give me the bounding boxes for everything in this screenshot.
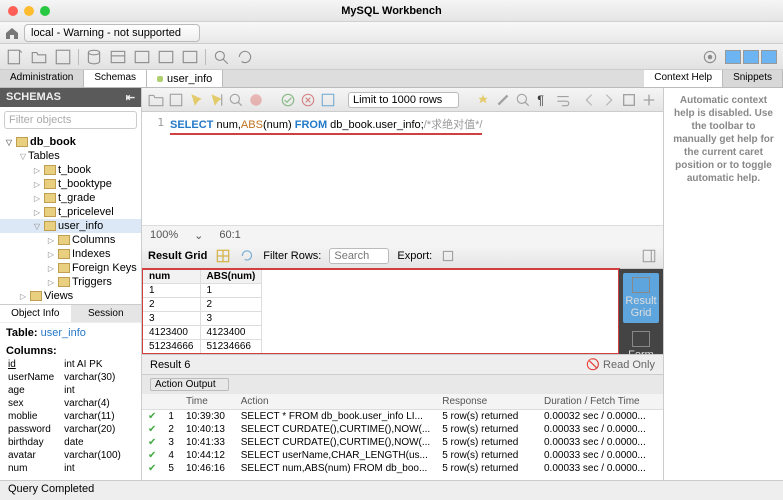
create-proc-icon[interactable] xyxy=(157,48,175,66)
tab-bar: Administration Schemas user_info Context… xyxy=(0,70,783,88)
tab-administration[interactable]: Administration xyxy=(0,70,84,87)
inspector-icon[interactable] xyxy=(54,48,72,66)
result-tab[interactable]: Result 6 xyxy=(150,359,190,371)
table-icon xyxy=(44,193,56,203)
tab-object-info[interactable]: Object Info xyxy=(0,305,71,322)
tab-session[interactable]: Session xyxy=(71,305,142,322)
pin-icon[interactable] xyxy=(641,92,657,108)
row-limit-select[interactable]: Limit to 1000 rows xyxy=(348,92,459,108)
execute-step-icon[interactable] xyxy=(208,92,224,108)
app-title: MySQL Workbench xyxy=(341,5,441,17)
refresh-icon[interactable] xyxy=(239,248,255,264)
commit-icon[interactable] xyxy=(280,92,296,108)
action-output-header: Action Output xyxy=(142,374,663,394)
folder-icon xyxy=(58,235,70,245)
table-icon xyxy=(44,207,56,217)
result-grid[interactable]: numABS(num)11223341234004123400512346665… xyxy=(142,269,619,355)
rebuild-icon[interactable] xyxy=(236,48,254,66)
object-info: Table: user_info Columns: idint AI PKuse… xyxy=(0,322,141,480)
grid-view-icon[interactable] xyxy=(215,248,231,264)
create-view-icon[interactable] xyxy=(133,48,151,66)
nav-back-icon[interactable] xyxy=(581,92,597,108)
table-icon xyxy=(44,165,56,175)
panel-left-toggle[interactable] xyxy=(725,50,741,64)
home-icon[interactable] xyxy=(4,26,20,40)
action-output-table[interactable]: TimeActionResponseDuration / Fetch Time … xyxy=(142,394,663,480)
titlebar: MySQL Workbench xyxy=(0,0,783,22)
read-only-label: 🚫 Read Only xyxy=(586,358,655,371)
panel-bottom-toggle[interactable] xyxy=(743,50,759,64)
open-file-icon[interactable] xyxy=(148,92,164,108)
search-table-icon[interactable] xyxy=(212,48,230,66)
jump-icon[interactable] xyxy=(621,92,637,108)
svg-text:¶: ¶ xyxy=(538,93,545,107)
action-output-select[interactable]: Action Output xyxy=(150,378,229,391)
result-toolbar: Result Grid Filter Rows: Export: xyxy=(142,245,663,269)
schema-tree[interactable]: ▽db_book ▽Tables ▷t_book ▷t_booktype ▷t_… xyxy=(0,133,141,304)
wrap-icon[interactable] xyxy=(555,92,571,108)
brush-icon[interactable] xyxy=(495,92,511,108)
main-toolbar xyxy=(0,44,783,70)
nav-fwd-icon[interactable] xyxy=(601,92,617,108)
context-help-panel: Automatic context help is disabled. Use … xyxy=(663,88,783,480)
explain-icon[interactable] xyxy=(228,92,244,108)
close-window[interactable] xyxy=(8,6,18,16)
schemas-header: SCHEMAS⇤ xyxy=(0,88,141,107)
create-schema-icon[interactable] xyxy=(85,48,103,66)
invisible-chars-icon[interactable]: ¶ xyxy=(535,92,551,108)
filter-objects-input[interactable]: Filter objects xyxy=(4,111,137,129)
dirty-indicator-icon xyxy=(157,76,163,82)
table-icon xyxy=(44,221,56,231)
tab-context-help[interactable]: Context Help xyxy=(644,70,723,87)
filter-rows-input[interactable] xyxy=(329,248,389,264)
table-icon xyxy=(44,179,56,189)
status-bar: Query Completed xyxy=(0,480,783,500)
status-text: Query Completed xyxy=(8,483,94,498)
create-func-icon[interactable] xyxy=(181,48,199,66)
zoom-window[interactable] xyxy=(40,6,50,16)
find-icon[interactable] xyxy=(515,92,531,108)
panel-toggle-icon[interactable] xyxy=(641,248,657,264)
autocommit-icon[interactable] xyxy=(320,92,336,108)
folder-icon xyxy=(58,249,70,259)
rollback-icon[interactable] xyxy=(300,92,316,108)
sidebar: SCHEMAS⇤ Filter objects ▽db_book ▽Tables… xyxy=(0,88,142,480)
folder-icon xyxy=(30,291,42,301)
create-table-icon[interactable] xyxy=(109,48,127,66)
minimize-window[interactable] xyxy=(24,6,34,16)
settings-icon[interactable] xyxy=(701,48,719,66)
export-icon[interactable] xyxy=(440,248,456,264)
db-icon xyxy=(16,137,28,147)
panel-right-toggle[interactable] xyxy=(761,50,777,64)
connection-toolbar: local - Warning - not supported xyxy=(0,22,783,44)
sql-editor[interactable]: 1 SELECT num,ABS(num) FROM db_book.user_… xyxy=(142,112,663,139)
tab-snippets[interactable]: Snippets xyxy=(723,70,783,87)
save-icon[interactable] xyxy=(168,92,184,108)
tab-editor[interactable]: user_info xyxy=(147,70,223,87)
result-grid-button[interactable]: Result Grid xyxy=(623,273,659,323)
result-side-panel: Result Grid Form Editor ◇ ▽ xyxy=(619,269,663,355)
execute-icon[interactable] xyxy=(188,92,204,108)
tab-schemas[interactable]: Schemas xyxy=(84,70,147,87)
folder-icon xyxy=(58,263,70,273)
error-underline xyxy=(170,133,482,135)
connection-tab[interactable]: local - Warning - not supported xyxy=(24,24,200,42)
collapse-icon[interactable]: ⇤ xyxy=(126,91,135,104)
open-sql-icon[interactable] xyxy=(30,48,48,66)
new-sql-tab-icon[interactable] xyxy=(6,48,24,66)
result-tabs: Result 6 🚫 Read Only xyxy=(142,354,663,374)
stop-icon[interactable] xyxy=(248,92,264,108)
editor-toolbar: Limit to 1000 rows ¶ xyxy=(142,88,663,112)
beautify-icon[interactable] xyxy=(475,92,491,108)
folder-icon xyxy=(58,277,70,287)
editor-status: 100%⌄60:1 xyxy=(142,225,663,245)
